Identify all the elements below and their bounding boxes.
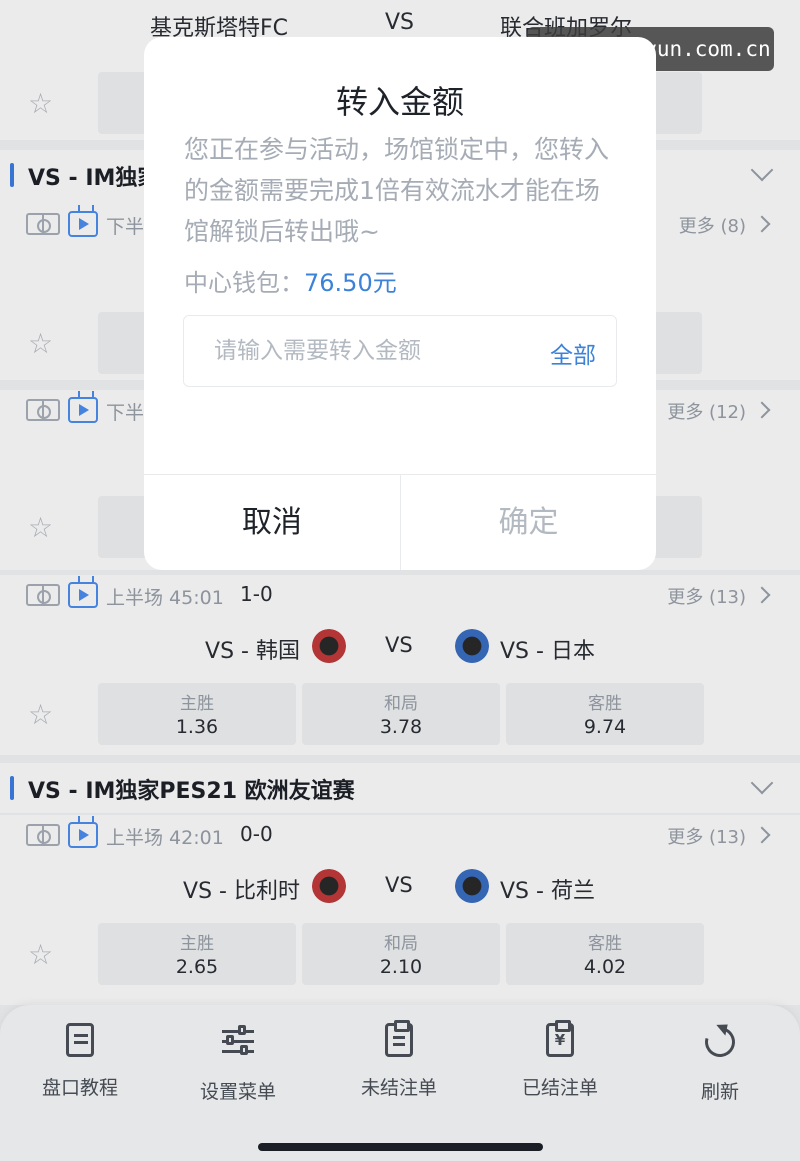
dialog-title: 转入金额 (335, 83, 464, 121)
wallet-amount: 76.50元 (304, 269, 397, 297)
dialog-message: 您正在参与活动，场馆锁定中，您转入的金额需要完成1倍有效流水才能在场馆解锁后转出… (184, 135, 610, 246)
wallet-label: 中心钱包： (184, 269, 304, 297)
confirm-button[interactable]: 确定 (400, 475, 656, 570)
all-amount-button[interactable]: 全部 (550, 336, 596, 370)
amount-input[interactable] (184, 316, 514, 386)
wallet-balance: 中心钱包：76.50元 (184, 263, 397, 298)
transfer-amount-dialog: 转入金额 您正在参与活动，场馆锁定中，您转入的金额需要完成1倍有效流水才能在场馆… (144, 37, 656, 570)
dialog-button-row: 取消 确定 (144, 474, 656, 570)
amount-field: 全部 (183, 315, 617, 387)
cancel-button[interactable]: 取消 (144, 475, 400, 570)
